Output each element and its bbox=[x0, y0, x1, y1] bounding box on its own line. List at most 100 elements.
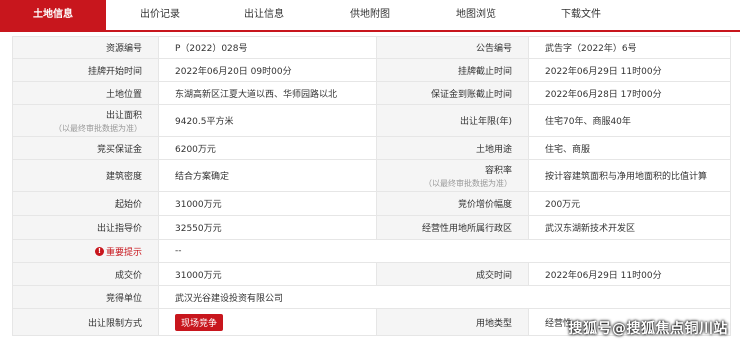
field-label: 出让指导价 bbox=[13, 216, 159, 239]
field-label: 起始价 bbox=[13, 192, 159, 215]
deal-price-label: 成交价 bbox=[114, 270, 142, 281]
restriction-method-label: 出让限制方式 bbox=[87, 318, 142, 329]
table-row: 建筑密度 结合方案确定 容积率 （以最终审批数据为准） 按计容建筑面积与净用地面… bbox=[13, 160, 731, 192]
table-row: 竞买保证金 6200万元 土地用途 住宅、商服 bbox=[13, 137, 731, 160]
field-label: 公告编号 bbox=[377, 37, 529, 58]
table-row: 挂牌开始时间 2022年06月20日 09时00分 挂牌截止时间 2022年06… bbox=[13, 59, 731, 82]
field-label: 挂牌截止时间 bbox=[377, 59, 529, 81]
field-label: 容积率 （以最终审批数据为准） bbox=[377, 160, 529, 191]
field-value: 31000万元 bbox=[159, 192, 377, 215]
notice-number-label: 公告编号 bbox=[475, 44, 512, 54]
resource-number-value: P（2022）028号 bbox=[175, 44, 248, 54]
land-location-value: 东湖高新区江夏大道以西、华师园路以北 bbox=[175, 89, 338, 100]
watermark: 搜狐号@搜狐焦点铜川站 bbox=[568, 321, 728, 337]
transfer-term-value: 住宅70年、商服40年 bbox=[545, 117, 631, 127]
listing-end-value: 2022年06月29日 11时00分 bbox=[545, 66, 662, 77]
transfer-area-note: （以最终审批数据为准） bbox=[54, 123, 142, 133]
table-row: 成交价 31000万元 成交时间 2022年06月29日 11时00分 bbox=[13, 263, 731, 286]
transfer-term-label: 出让年限(年) bbox=[459, 117, 512, 127]
tab-map-browse[interactable]: 地图浏览 bbox=[426, 0, 526, 30]
field-value: 2022年06月29日 11时00分 bbox=[529, 59, 731, 81]
table-row: 竞得单位 武汉光谷建设投资有限公司 bbox=[13, 286, 731, 309]
field-value: 东湖高新区江夏大道以西、华师园路以北 bbox=[159, 82, 377, 104]
field-value: 6200万元 bbox=[159, 137, 377, 159]
field-value: 现场竞争 bbox=[159, 309, 377, 335]
field-value: 武告字（2022年）6号 bbox=[529, 37, 731, 58]
land-info-table: 资源编号 P（2022）028号 公告编号 武告字（2022年）6号 挂牌开始时… bbox=[12, 36, 731, 336]
field-label: 竞买保证金 bbox=[13, 137, 159, 159]
field-label: 挂牌开始时间 bbox=[13, 59, 159, 81]
deal-price-value: 31000万元 bbox=[175, 270, 222, 281]
table-row: ! 重要提示 -- bbox=[13, 240, 731, 263]
land-use-value: 住宅、商服 bbox=[545, 144, 591, 155]
on-site-competition-badge: 现场竞争 bbox=[175, 313, 224, 331]
deal-time-value: 2022年06月29日 11时00分 bbox=[545, 270, 662, 281]
table-row: 起始价 31000万元 竞价增价幅度 200万元 bbox=[13, 192, 731, 216]
starting-price-label: 起始价 bbox=[114, 200, 142, 210]
notice-number-value: 武告字（2022年）6号 bbox=[545, 44, 637, 54]
bid-increment-label: 竞价增价幅度 bbox=[457, 200, 512, 210]
field-label: 出让年限(年) bbox=[377, 105, 529, 136]
table-row: 出让面积 （以最终审批数据为准） 9420.5平方米 出让年限(年) 住宅70年… bbox=[13, 105, 731, 137]
transfer-area-value: 9420.5平方米 bbox=[175, 117, 234, 127]
field-value: 2022年06月29日 11时00分 bbox=[529, 263, 731, 285]
building-density-value: 结合方案确定 bbox=[175, 172, 230, 182]
field-value: 武汉光谷建设投资有限公司 bbox=[159, 286, 731, 308]
land-type-label: 用地类型 bbox=[475, 318, 512, 329]
guide-price-label: 出让指导价 bbox=[96, 224, 142, 234]
important-notice: ! 重要提示 bbox=[94, 245, 142, 258]
field-label: 资源编号 bbox=[13, 37, 159, 58]
field-label: 成交价 bbox=[13, 263, 159, 285]
field-value: 住宅70年、商服40年 bbox=[529, 105, 731, 136]
starting-price-value: 31000万元 bbox=[175, 200, 222, 210]
tab-bar: 土地信息 出价记录 出让信息 供地附图 地图浏览 下载文件 bbox=[0, 0, 740, 32]
table-row: 出让指导价 32550万元 经营性用地所属行政区 武汉东湖新技术开发区 bbox=[13, 216, 731, 240]
field-label: 出让限制方式 bbox=[13, 309, 159, 335]
field-label: 竞价增价幅度 bbox=[377, 192, 529, 215]
bid-increment-value: 200万元 bbox=[545, 200, 581, 210]
tab-download-files[interactable]: 下载文件 bbox=[526, 0, 636, 30]
listing-end-label: 挂牌截止时间 bbox=[457, 66, 512, 77]
field-label: 竞得单位 bbox=[13, 286, 159, 308]
deal-time-label: 成交时间 bbox=[475, 270, 512, 281]
field-label: 经营性用地所属行政区 bbox=[377, 216, 529, 239]
tab-bid-records[interactable]: 出价记录 bbox=[106, 0, 214, 30]
table-row: 资源编号 P（2022）028号 公告编号 武告字（2022年）6号 bbox=[13, 37, 731, 59]
field-label: 土地位置 bbox=[13, 82, 159, 104]
tab-transfer-info[interactable]: 出让信息 bbox=[214, 0, 314, 30]
field-value: 结合方案确定 bbox=[159, 160, 377, 191]
resource-number-label: 资源编号 bbox=[105, 44, 142, 54]
field-value: P（2022）028号 bbox=[159, 37, 377, 58]
plot-ratio-note: （以最终审批数据为准） bbox=[424, 178, 512, 188]
plot-ratio-label: 容积率 bbox=[484, 165, 512, 176]
tab-land-info[interactable]: 土地信息 bbox=[0, 0, 106, 30]
field-value: 按计容建筑面积与净用地面积的比值计算 bbox=[529, 160, 731, 191]
field-label: 建筑密度 bbox=[13, 160, 159, 191]
district-label: 经营性用地所属行政区 bbox=[421, 224, 512, 234]
transfer-area-label: 出让面积 bbox=[105, 110, 142, 121]
winning-bidder-value: 武汉光谷建设投资有限公司 bbox=[175, 293, 284, 304]
tab-land-maps[interactable]: 供地附图 bbox=[314, 0, 426, 30]
field-value: 200万元 bbox=[529, 192, 731, 215]
important-notice-value: -- bbox=[175, 246, 182, 256]
table-row: 土地位置 东湖高新区江夏大道以西、华师园路以北 保证金到账截止时间 2022年0… bbox=[13, 82, 731, 105]
important-notice-label: 重要提示 bbox=[105, 247, 142, 258]
field-label: 土地用途 bbox=[377, 137, 529, 159]
field-label: 出让面积 （以最终审批数据为准） bbox=[13, 105, 159, 136]
field-label: 保证金到账截止时间 bbox=[377, 82, 529, 104]
listing-start-value: 2022年06月20日 09时00分 bbox=[175, 66, 292, 77]
land-use-label: 土地用途 bbox=[475, 144, 512, 155]
field-value: 2022年06月28日 17时00分 bbox=[529, 82, 731, 104]
building-density-label: 建筑密度 bbox=[105, 172, 142, 182]
field-value: 9420.5平方米 bbox=[159, 105, 377, 136]
district-value: 武汉东湖新技术开发区 bbox=[545, 224, 636, 234]
land-location-label: 土地位置 bbox=[105, 89, 142, 100]
field-label: ! 重要提示 bbox=[13, 240, 159, 262]
bid-deposit-value: 6200万元 bbox=[175, 144, 216, 155]
field-value: 住宅、商服 bbox=[529, 137, 731, 159]
field-label: 成交时间 bbox=[377, 263, 529, 285]
listing-start-label: 挂牌开始时间 bbox=[87, 66, 142, 77]
plot-ratio-value: 按计容建筑面积与净用地面积的比值计算 bbox=[545, 172, 708, 182]
field-value: 2022年06月20日 09时00分 bbox=[159, 59, 377, 81]
field-value: -- bbox=[159, 240, 731, 262]
